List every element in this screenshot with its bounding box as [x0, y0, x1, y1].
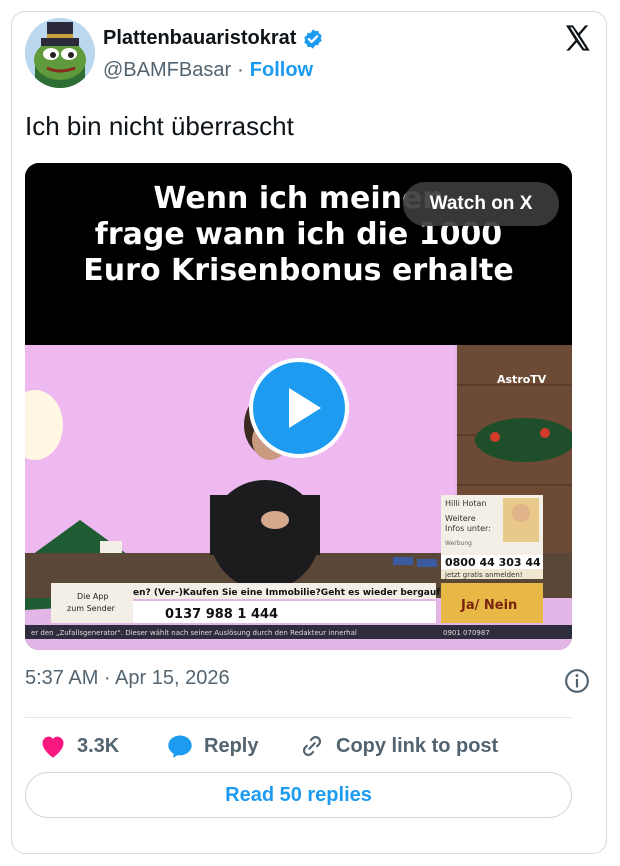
video-caption-area: Wenn ich meinen frage wann ich die 1000 … — [25, 163, 572, 345]
copy-link-label: Copy link to post — [336, 734, 499, 757]
action-bar: 3.3K Reply Copy link to post — [25, 726, 572, 766]
like-count: 3.3K — [77, 734, 120, 757]
like-button[interactable]: 3.3K — [39, 726, 119, 766]
copy-link-button[interactable]: Copy link to post — [298, 726, 498, 766]
pepe-avatar-image — [25, 18, 95, 88]
follow-button[interactable]: Follow — [250, 59, 313, 82]
ticker-phone-number: 0137 988 1 444 — [165, 607, 278, 622]
author-display-name[interactable]: Plattenbauaristokrat — [103, 27, 296, 50]
info-line-2: Infos unter: — [445, 524, 491, 533]
register-text: jetzt gratis anmelden! — [444, 571, 523, 579]
app-line-1: Die App — [77, 592, 108, 601]
divider — [25, 717, 572, 718]
read-replies-button[interactable]: Read 50 replies — [25, 772, 572, 818]
reply-button[interactable]: Reply — [166, 726, 258, 766]
tweet-timestamp[interactable]: 5:37 AM · Apr 15, 2026 — [25, 667, 230, 690]
bottom-ticker: er den „Zufallsgenerator". Dieser wählt … — [31, 629, 357, 637]
play-button[interactable] — [249, 358, 349, 458]
info-icon[interactable] — [564, 668, 590, 694]
ticker-question: en? (Ver-)Kaufen Sie eine Immobilie?Geht… — [133, 588, 456, 598]
video-player[interactable]: Wenn ich meinen frage wann ich die 1000 … — [25, 163, 572, 650]
verified-badge-icon — [304, 28, 323, 49]
caption-line-3: Euro Krisenbonus erhalte — [83, 253, 514, 288]
reply-bubble-icon — [168, 735, 192, 758]
app-line-2: zum Sender — [67, 604, 116, 613]
heart-icon — [42, 736, 64, 758]
separator-dot: · — [237, 59, 244, 81]
link-icon — [302, 736, 322, 756]
x-logo-icon[interactable] — [562, 22, 594, 54]
ad-label: Werbung — [445, 540, 472, 547]
tweet-text: Ich bin nicht überrascht — [25, 111, 294, 141]
presenter-phone: 0800 44 303 44 — [445, 556, 541, 569]
avatar[interactable] — [25, 18, 95, 88]
bottom-phone: 0901 070987 — [443, 629, 490, 637]
author-handle[interactable]: @BAMFBasar — [103, 59, 231, 82]
info-line-1: Weitere — [445, 514, 476, 523]
channel-logo: AstroTV — [497, 373, 547, 386]
play-icon — [289, 388, 321, 428]
reply-label: Reply — [204, 734, 259, 757]
ja-nein-label: Ja/ Nein — [460, 598, 517, 613]
watch-on-x-button[interactable]: Watch on X — [403, 182, 559, 226]
presenter-name: Hilli Hotan — [445, 499, 486, 508]
